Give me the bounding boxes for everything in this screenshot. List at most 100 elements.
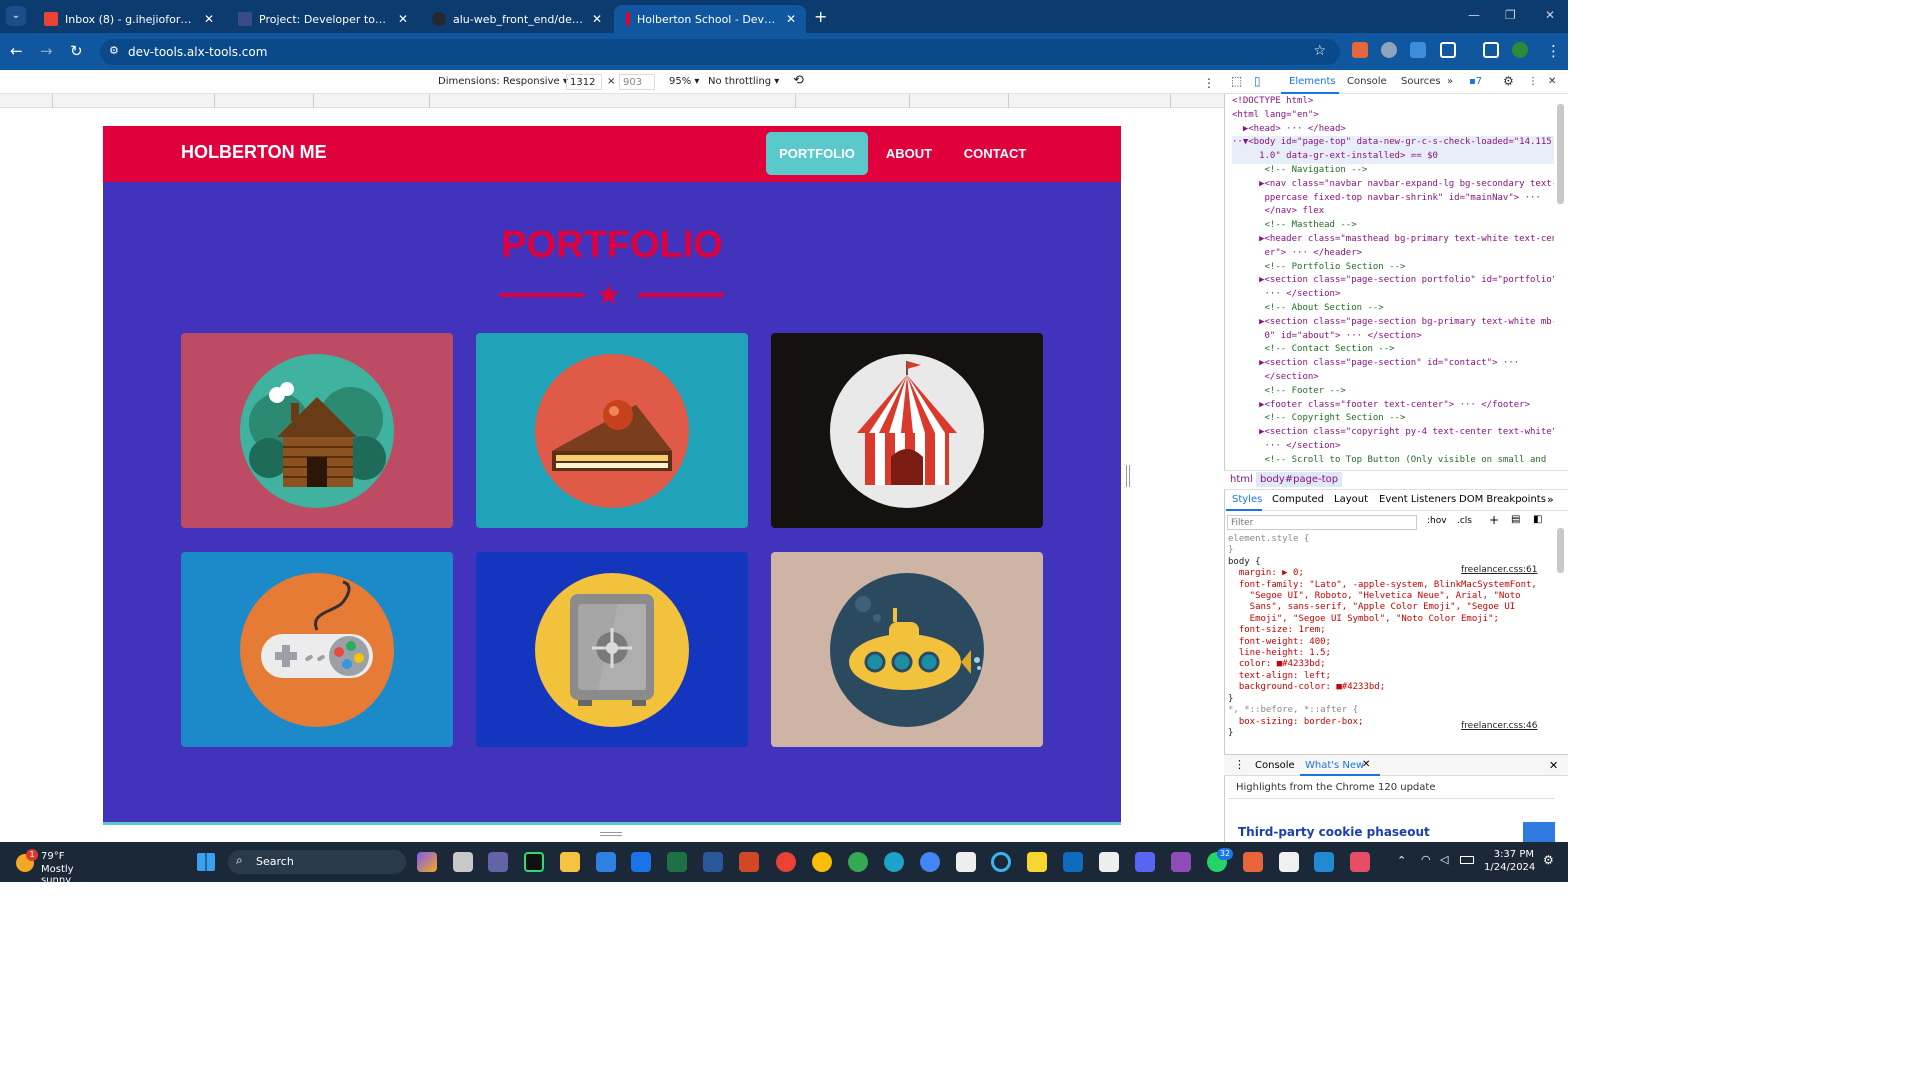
browser-tab-holberton[interactable]: Holberton School - Developer t✕ — [614, 5, 806, 33]
dom-node-line[interactable]: <!-- Contact Section --> — [1232, 343, 1554, 357]
dom-node-line[interactable]: 0" id="about"> ··· </section> — [1232, 330, 1554, 344]
tab-dom-breakpoints[interactable]: DOM Breakpoints — [1459, 494, 1546, 505]
dom-node-line[interactable]: <!-- Footer --> — [1232, 385, 1554, 399]
start-button[interactable] — [197, 853, 215, 871]
dom-tree[interactable]: <!DOCTYPE html> <html lang="en"> ▶<head> … — [1232, 95, 1554, 467]
nav-contact[interactable]: CONTACT — [953, 132, 1037, 175]
profile-avatar[interactable] — [1512, 42, 1528, 58]
sticky-notes-icon[interactable] — [1027, 852, 1047, 872]
dom-node-line[interactable]: ▶<nav class="navbar navbar-expand-lg bg-… — [1232, 178, 1554, 192]
extensions-puzzle-icon[interactable] — [1440, 42, 1456, 58]
css-source-link[interactable]: freelancer.css:61 — [1461, 565, 1538, 575]
dom-node-line[interactable]: ▶<section class="page-section bg-primary… — [1232, 316, 1554, 330]
app-icon[interactable] — [1279, 852, 1299, 872]
app-m-icon[interactable] — [1171, 852, 1191, 872]
close-devtools-icon[interactable]: ✕ — [1548, 76, 1556, 87]
cls-toggle[interactable]: .cls — [1457, 516, 1472, 526]
dom-node-line[interactable]: ··▼<body id="page-top" data-new-gr-c-s-c… — [1232, 136, 1554, 151]
dom-node-line[interactable]: </nav> flex — [1232, 205, 1554, 219]
zoom-dropdown[interactable]: 95% ▾ — [669, 76, 699, 87]
back-icon[interactable]: ← — [10, 42, 23, 60]
dom-node-line[interactable]: ▶<header class="masthead bg-primary text… — [1232, 233, 1554, 247]
taskbar-search[interactable]: ⌕ Search — [228, 850, 406, 874]
extension-icon[interactable] — [1381, 42, 1397, 58]
word-icon[interactable] — [703, 852, 723, 872]
close-tab-icon[interactable]: ✕ — [592, 12, 602, 26]
chrome-icon[interactable] — [776, 852, 796, 872]
dom-node-line[interactable]: ppercase fixed-top navbar-shrink" id="ma… — [1232, 192, 1554, 206]
close-window-button[interactable]: ✕ — [1545, 8, 1555, 22]
styles-scrollbar[interactable] — [1557, 528, 1564, 573]
dom-node-line[interactable]: ▶<section class="page-section portfolio"… — [1232, 274, 1554, 288]
device-toggle-icon[interactable]: ▯ — [1254, 74, 1261, 88]
devtools-menu-icon[interactable]: ⋮ — [1528, 76, 1538, 87]
tab-console[interactable]: Console — [1347, 76, 1387, 87]
portfolio-item-submarine[interactable] — [771, 552, 1043, 747]
dom-node-line[interactable]: ··· </section> — [1232, 440, 1554, 454]
drawer-tab-whats-new[interactable]: What's New — [1305, 760, 1364, 771]
breadcrumb-html[interactable]: html — [1230, 474, 1253, 485]
dom-node-line[interactable]: <html lang="en"> — [1232, 109, 1554, 123]
resize-handle-right[interactable] — [1126, 465, 1130, 487]
powerpoint-icon[interactable] — [739, 852, 759, 872]
dom-node-line[interactable]: ▶<head> ··· </head> — [1232, 123, 1554, 137]
more-tabs-icon[interactable]: » — [1447, 76, 1453, 87]
dom-node-line[interactable]: <!-- About Section --> — [1232, 302, 1554, 316]
extension-icon[interactable] — [1352, 42, 1368, 58]
browser-tab-gmail[interactable]: Inbox (8) - g.ihejiofor@alustude✕ — [32, 5, 224, 33]
weather-widget[interactable]: 1 79°F Mostly sunny — [16, 849, 106, 886]
dom-node-line[interactable]: ··· </section> — [1232, 288, 1554, 302]
height-input[interactable]: 903 — [619, 74, 655, 90]
inspect-icon[interactable]: ⬚ — [1231, 74, 1242, 88]
add-rule-icon[interactable]: + — [1489, 513, 1499, 527]
snipping-tool-icon[interactable] — [1350, 852, 1370, 872]
show-hidden-icons[interactable]: ⌃ — [1397, 854, 1406, 867]
dom-scrollbar[interactable] — [1557, 104, 1564, 204]
nav-portfolio[interactable]: PORTFOLIO — [766, 132, 868, 175]
dom-node-line[interactable]: ▶<section class="page-section" id="conta… — [1232, 357, 1554, 371]
mail-icon[interactable] — [631, 852, 651, 872]
nav-about[interactable]: ABOUT — [879, 132, 939, 175]
dimensions-dropdown[interactable]: Dimensions: Responsive ▾ — [438, 76, 568, 87]
rotate-icon[interactable]: ⟲ — [793, 73, 804, 88]
portfolio-item-cabin[interactable] — [181, 333, 453, 528]
notifications-icon[interactable]: ⚙ — [1543, 853, 1554, 867]
dom-node-line[interactable]: <!-- Portfolio Section --> — [1232, 261, 1554, 275]
excel-icon[interactable] — [667, 852, 687, 872]
edge-icon[interactable] — [884, 852, 904, 872]
dom-node-line[interactable]: ▶<section class="copyright py-4 text-cen… — [1232, 426, 1554, 440]
portfolio-item-circus[interactable] — [771, 333, 1043, 528]
outlook-icon[interactable] — [1063, 852, 1083, 872]
width-input[interactable]: 1312 — [566, 74, 602, 90]
tab-styles[interactable]: Styles — [1232, 494, 1262, 505]
close-drawer-icon[interactable]: ✕ — [1549, 759, 1558, 772]
throttling-dropdown[interactable]: No throttling ▾ — [708, 76, 779, 87]
battery-icon[interactable] — [1460, 856, 1474, 864]
styles-filter-input[interactable] — [1227, 515, 1417, 530]
teams-icon[interactable] — [488, 852, 508, 872]
close-drawer-tab-icon[interactable]: ✕ — [1362, 759, 1370, 770]
pycharm-icon[interactable] — [524, 852, 544, 872]
file-icon[interactable] — [956, 852, 976, 872]
close-tab-icon[interactable]: ✕ — [398, 12, 408, 26]
new-tab-button[interactable]: + — [814, 7, 827, 26]
dom-node-line[interactable]: <!-- Copyright Section --> — [1232, 412, 1554, 426]
site-brand[interactable]: HOLBERTON ME — [181, 142, 327, 163]
clock[interactable]: 3:37 PM 1/24/2024 — [1484, 849, 1535, 873]
tab-elements[interactable]: Elements — [1289, 76, 1336, 87]
drawer-menu-icon[interactable]: ⋮ — [1234, 758, 1245, 771]
app-icon[interactable] — [1243, 852, 1263, 872]
breadcrumb-body[interactable]: body#page-top — [1256, 472, 1343, 487]
store-icon[interactable] — [596, 852, 616, 872]
file-icon[interactable] — [1099, 852, 1119, 872]
tab-search-button[interactable]: ⌄ — [6, 6, 26, 26]
vscode-icon[interactable] — [1314, 852, 1334, 872]
dom-node-line[interactable]: <!DOCTYPE html> — [1232, 95, 1554, 109]
minimize-button[interactable]: — — [1468, 8, 1480, 22]
sidebar-toggle-icon[interactable]: ◧ — [1533, 514, 1542, 525]
tab-sources[interactable]: Sources — [1401, 76, 1441, 87]
file-explorer-icon[interactable] — [560, 852, 580, 872]
dom-node-line[interactable]: <!-- Scroll to Top Button (Only visible … — [1232, 454, 1554, 467]
site-info-icon[interactable]: ⚙ — [109, 44, 119, 57]
task-view-icon[interactable] — [453, 852, 473, 872]
